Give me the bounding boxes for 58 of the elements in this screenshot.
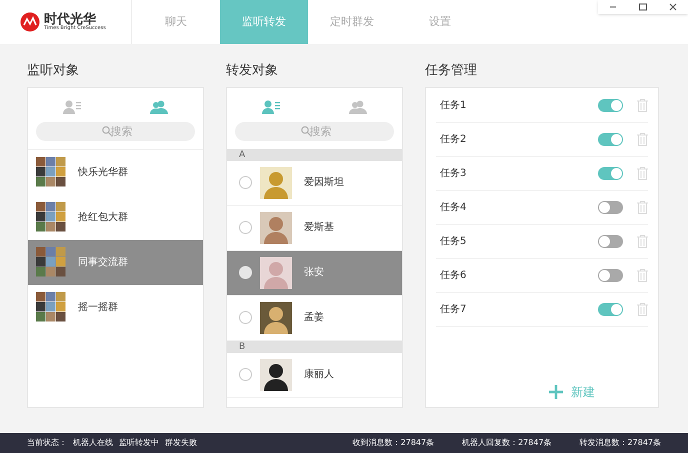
contact-list-icon [262,100,280,114]
contact-list-icon [62,100,81,114]
group-icon [349,100,368,114]
radio-button[interactable] [239,176,252,189]
radio-button[interactable] [239,311,252,324]
maximize-icon [639,3,647,11]
section-header: A [227,148,402,160]
search-icon [102,126,112,136]
toggle-switch[interactable] [598,98,623,112]
status-label: 当前状态： [27,437,67,449]
panel-title: 任务管理 [425,62,478,80]
plus-icon [549,385,563,399]
contact-item[interactable]: 康丽人 [227,352,402,398]
stat-text: 转发消息数：27847条 [580,437,661,449]
panel-title: 监听对象 [27,62,80,80]
radio-button[interactable] [239,266,252,279]
status-text: 群发失败 [165,437,197,449]
task-name: 任务6 [440,268,468,282]
group-item[interactable]: 快乐光华群 [28,150,203,194]
group-item[interactable]: 抢红包大群 [28,194,203,240]
task-name: 任务3 [440,166,468,180]
section-header: B [227,340,402,352]
toggle-switch[interactable] [598,132,623,146]
toggle-switch[interactable] [598,268,623,282]
contact-item[interactable]: 爱斯基 [227,206,402,250]
close-icon [669,3,677,11]
search-icon [301,126,311,136]
status-text: 监听转发中 [119,437,159,449]
task-name: 任务4 [440,200,468,214]
task-name: 任务7 [440,302,468,316]
trash-icon[interactable] [637,302,648,316]
task-name: 任务1 [440,98,468,112]
group-icon [150,100,168,114]
logo-icon [20,12,40,32]
search-field[interactable]: 搜索 [235,122,394,140]
stat-text: 机器人回复数：27847条 [462,437,552,449]
search-field[interactable]: 搜索 [36,122,195,140]
task-name: 任务2 [440,132,468,146]
radio-button[interactable] [239,368,252,381]
toggle-switch[interactable] [598,234,623,248]
trash-icon[interactable] [637,268,648,282]
logo-name: 时代光华 [44,13,96,26]
contact-item[interactable]: 孟姜 [227,296,402,340]
task-name: 任务5 [440,234,468,248]
toggle-switch[interactable] [598,302,623,316]
trash-icon[interactable] [637,132,648,146]
group-item[interactable]: 摇一摇群 [28,284,203,330]
stat-text: 收到消息数：27847条 [352,437,434,449]
trash-icon[interactable] [637,98,648,112]
trash-icon[interactable] [637,166,648,180]
toggle-switch[interactable] [598,200,623,214]
toggle-switch[interactable] [598,166,623,180]
contact-item[interactable]: 爱因斯坦 [227,160,402,206]
trash-icon[interactable] [637,234,648,248]
trash-icon[interactable] [637,200,648,214]
status-text: 机器人在线 [73,437,113,449]
radio-button[interactable] [239,221,252,234]
panel-title: 转发对象 [226,62,279,80]
